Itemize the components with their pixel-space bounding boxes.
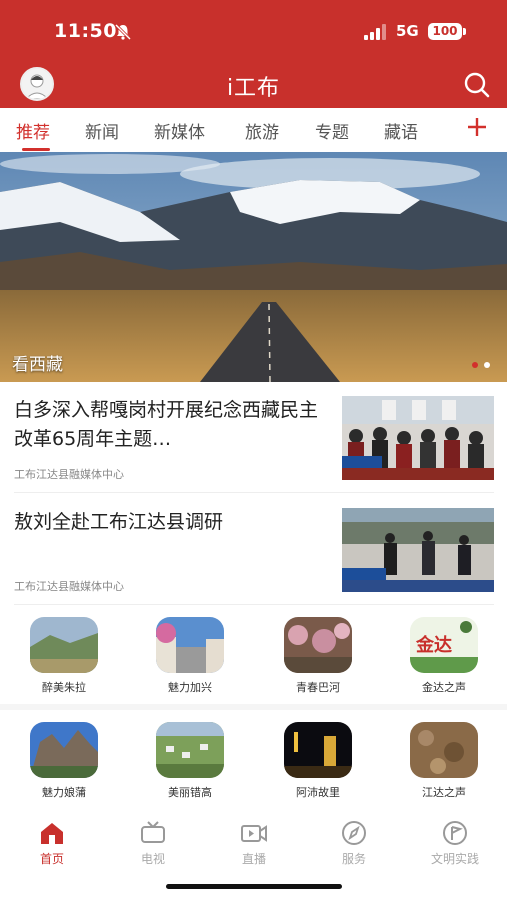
shortcut-item[interactable]: 江达之声 [394, 722, 494, 800]
tab-news[interactable]: 新闻 [85, 118, 119, 143]
shortcut-label: 魅力娘蒲 [42, 786, 86, 799]
shortcut-thumb [30, 617, 98, 673]
news-source: 工布江达县融媒体中心 [14, 468, 124, 481]
nav-label: 首页 [39, 852, 64, 866]
shortcut-row: 魅力娘蒲 美丽错高 阿沛故里 江达之声 [0, 722, 507, 812]
carousel-dot-active[interactable] [472, 362, 478, 368]
tab-travel[interactable]: 旅游 [245, 118, 279, 143]
mute-bell-icon [114, 23, 132, 41]
news-source: 工布江达县融媒体中心 [14, 580, 124, 593]
compass-icon [342, 821, 366, 845]
nav-label: 服务 [341, 852, 366, 866]
shortcut-item[interactable]: 魅力加兴 [140, 617, 240, 695]
nav-live[interactable]: 直播 [214, 820, 294, 867]
news-item[interactable]: 敖刘全赴工布江达县调研 工布江达县融媒体中心 [14, 508, 494, 594]
shortcut-item[interactable]: 美丽错高 [140, 722, 240, 800]
shortcut-thumb: 金达 [410, 617, 478, 673]
app-header: 11:50 5G 100 i工布 [0, 0, 507, 108]
tab-recommend[interactable]: 推荐 [16, 118, 50, 143]
shortcut-label: 江达之声 [422, 786, 466, 799]
shortcut-label: 醉美朱拉 [42, 681, 86, 694]
news-photo-meeting [342, 396, 494, 480]
tab-topics[interactable]: 专题 [315, 118, 349, 143]
shortcut-row: 醉美朱拉 魅力加兴 青春巴河 金达 金达之声 [0, 617, 507, 707]
nav-service[interactable]: 服务 [314, 820, 394, 867]
news-title[interactable]: 敖刘全赴工布江达县调研 [14, 508, 326, 537]
news-item[interactable]: 白多深入帮嘎岗村开展纪念西藏民主改革65周年主题… 工布江达县融媒体中心 [14, 396, 494, 488]
banner-carousel[interactable]: 看西藏 [0, 152, 507, 382]
flag-icon [443, 821, 467, 845]
shortcut-item[interactable]: 金达 金达之声 [394, 617, 494, 695]
shortcut-thumb [284, 722, 352, 778]
status-time: 11:50 [54, 20, 117, 42]
network-type: 5G [396, 22, 419, 40]
status-bar: 11:50 5G 100 [0, 0, 507, 60]
news-thumbnail[interactable] [342, 508, 494, 592]
news-photo-visit [342, 508, 494, 592]
plus-icon[interactable] [466, 116, 488, 138]
carousel-dot[interactable] [484, 362, 490, 368]
shortcut-label: 阿沛故里 [296, 786, 340, 799]
shortcut-thumb [410, 722, 478, 778]
section-separator [0, 704, 507, 710]
shortcut-item[interactable]: 魅力娘蒲 [14, 722, 114, 800]
nav-label: 电视 [140, 852, 165, 866]
shortcut-label: 美丽错高 [168, 786, 212, 799]
shortcut-item[interactable]: 阿沛故里 [268, 722, 368, 800]
shortcut-item[interactable]: 醉美朱拉 [14, 617, 114, 695]
home-icon [41, 823, 63, 844]
news-thumbnail[interactable] [342, 396, 494, 480]
category-tabs: 推荐 新闻 新媒体 旅游 专题 藏语 [0, 108, 507, 152]
news-title[interactable]: 白多深入帮嘎岗村开展纪念西藏民主改革65周年主题… [14, 396, 326, 454]
active-tab-indicator [22, 148, 50, 151]
nav-civilization-practice[interactable]: 文明实践 [415, 820, 495, 867]
search-icon[interactable] [462, 70, 492, 100]
nav-tv[interactable]: 电视 [113, 820, 193, 867]
tv-icon [141, 821, 165, 843]
shortcut-thumb [156, 722, 224, 778]
nav-home[interactable]: 首页 [12, 820, 92, 867]
divider [14, 604, 494, 605]
shortcut-label: 魅力加兴 [168, 681, 212, 694]
cellular-signal-icon [364, 24, 386, 40]
banner-caption: 看西藏 [12, 355, 63, 375]
shortcut-thumb [30, 722, 98, 778]
nav-label: 文明实践 [430, 852, 479, 866]
shortcut-thumb [156, 617, 224, 673]
app-title: i工布 [226, 76, 281, 101]
shortcut-label: 青春巴河 [296, 681, 340, 694]
tab-tibetan[interactable]: 藏语 [384, 118, 418, 143]
banner-image [0, 152, 507, 382]
nav-label: 直播 [241, 852, 266, 866]
tab-new-media[interactable]: 新媒体 [154, 118, 205, 143]
divider [14, 492, 494, 493]
home-indicator[interactable] [166, 884, 342, 889]
shortcut-label: 金达之声 [422, 681, 466, 694]
shortcut-thumb-text: 金达 [416, 635, 452, 656]
shortcut-thumb [284, 617, 352, 673]
battery-indicator: 100 [428, 23, 462, 40]
live-video-icon [241, 825, 267, 842]
battery-tip [463, 28, 466, 35]
shortcut-item[interactable]: 青春巴河 [268, 617, 368, 695]
